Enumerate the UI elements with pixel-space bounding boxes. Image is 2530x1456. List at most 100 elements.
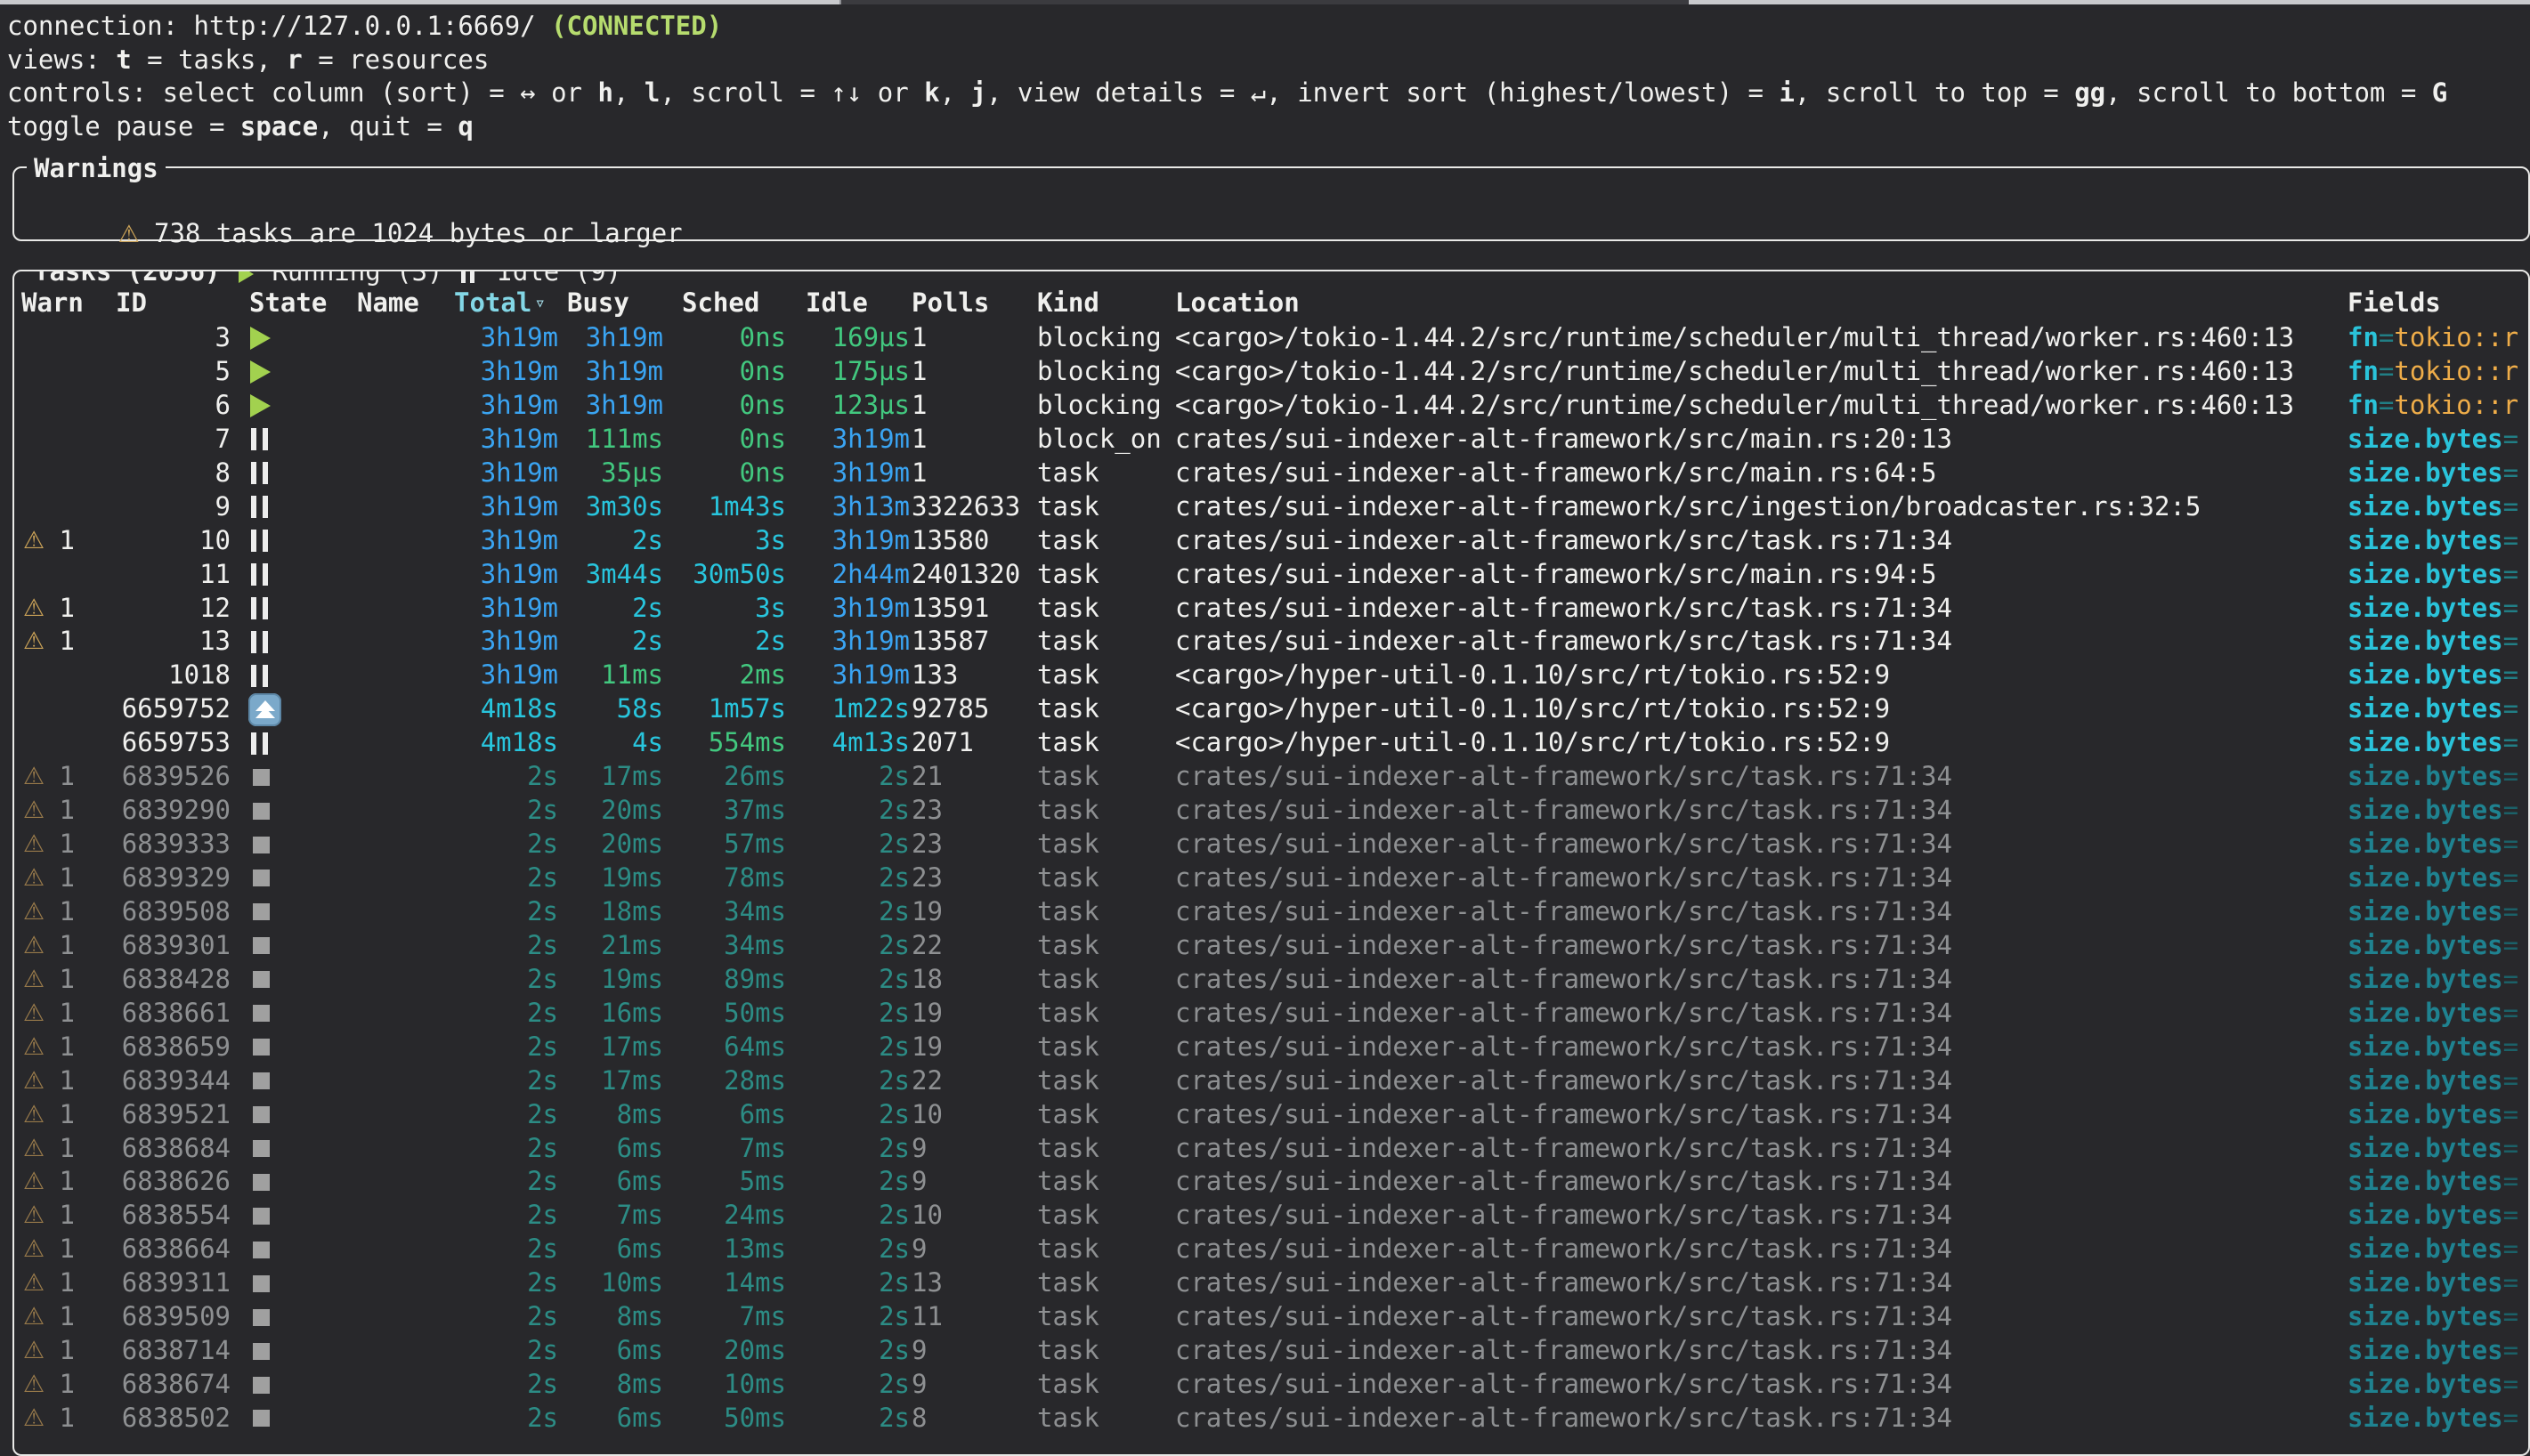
column-header-polls[interactable]: Polls bbox=[912, 286, 989, 320]
task-row[interactable]: 73h19m111ms0ns3h19m1block_oncrates/sui-i… bbox=[14, 423, 2528, 457]
polls-count: 13 bbox=[912, 1266, 1036, 1300]
task-location: <cargo>/tokio-1.44.2/src/runtime/schedul… bbox=[1175, 321, 2347, 355]
polls-count: 23 bbox=[912, 861, 1036, 895]
sched-duration: 34ms bbox=[674, 929, 786, 963]
task-row[interactable]: ⚠168386842s6ms7ms2s9taskcrates/sui-index… bbox=[14, 1132, 2528, 1166]
task-kind: task bbox=[1037, 997, 1180, 1031]
total-duration: 2s bbox=[424, 963, 558, 997]
task-row[interactable]: 53h19m3h19m0ns175µs1blocking<cargo>/toki… bbox=[14, 355, 2528, 389]
task-row[interactable]: 113h19m3m44s30m50s2h44m2401320taskcrates… bbox=[14, 558, 2528, 592]
task-row[interactable]: ⚠168392902s20ms37ms2s23taskcrates/sui-in… bbox=[14, 794, 2528, 828]
polls-count: 9 bbox=[912, 1334, 1036, 1368]
task-location: crates/sui-indexer-alt-framework/src/tas… bbox=[1175, 1031, 2347, 1064]
column-header-state[interactable]: State bbox=[249, 286, 327, 320]
total-duration: 2s bbox=[424, 1334, 558, 1368]
fields-cell: size.bytes= bbox=[2348, 794, 2530, 828]
polls-count: 1 bbox=[912, 355, 1036, 389]
task-row[interactable]: 93h19m3m30s1m43s3h13m3322633taskcrates/s… bbox=[14, 490, 2528, 524]
task-location: <cargo>/hyper-util-0.1.10/src/rt/tokio.r… bbox=[1175, 726, 2347, 760]
task-row[interactable]: 66597534m18s4s554ms4m13s2071task<cargo>/… bbox=[14, 726, 2528, 760]
column-header-idle[interactable]: Idle bbox=[806, 286, 868, 320]
task-row[interactable]: ⚠168395262s17ms26ms2s21taskcrates/sui-in… bbox=[14, 760, 2528, 794]
idle-duration: 2s bbox=[795, 1368, 910, 1402]
warn-count bbox=[50, 321, 75, 355]
polls-count: 19 bbox=[912, 997, 1036, 1031]
task-id: 6839290 bbox=[103, 794, 231, 828]
controls-line: controls: select column (sort) = ↔ or h,… bbox=[0, 77, 2530, 110]
warn-count: 1 bbox=[50, 929, 75, 963]
column-header-sched[interactable]: Sched bbox=[682, 286, 759, 320]
tasks-title: Tasks (2056) Running (3) Idle (9) bbox=[27, 270, 628, 287]
busy-duration: 11ms bbox=[567, 659, 663, 692]
task-kind: blocking bbox=[1037, 355, 1180, 389]
column-header-kind[interactable]: Kind bbox=[1037, 286, 1099, 320]
pause-line: toggle pause = space, quit = q bbox=[0, 110, 2530, 144]
task-row[interactable]: ⚠1133h19m2s2s3h19m13587taskcrates/sui-in… bbox=[14, 625, 2528, 659]
task-row[interactable]: ⚠168395082s18ms34ms2s19taskcrates/sui-in… bbox=[14, 895, 2528, 929]
column-header-fields[interactable]: Fields bbox=[2348, 286, 2441, 320]
task-row[interactable]: ⚠168385542s7ms24ms2s10taskcrates/sui-ind… bbox=[14, 1199, 2528, 1233]
task-row[interactable]: ⚠168393112s10ms14ms2s13taskcrates/sui-in… bbox=[14, 1266, 2528, 1300]
task-kind: task bbox=[1037, 861, 1180, 895]
task-row[interactable]: 63h19m3h19m0ns123µs1blocking<cargo>/toki… bbox=[14, 389, 2528, 423]
task-row[interactable]: ⚠168386262s6ms5ms2s9taskcrates/sui-index… bbox=[14, 1165, 2528, 1199]
task-row[interactable]: ⚠168393292s19ms78ms2s23taskcrates/sui-in… bbox=[14, 861, 2528, 895]
warning-icon: ⚠ bbox=[23, 861, 50, 895]
task-row[interactable]: ⚠168395092s8ms7ms2s11taskcrates/sui-inde… bbox=[14, 1300, 2528, 1334]
total-duration: 2s bbox=[424, 794, 558, 828]
idle-duration: 2s bbox=[795, 1098, 910, 1132]
warning-icon: ⚠ bbox=[23, 1031, 50, 1064]
task-id: 6838674 bbox=[103, 1368, 231, 1402]
column-header-id[interactable]: ID bbox=[116, 286, 147, 320]
sched-duration: 7ms bbox=[674, 1132, 786, 1166]
total-duration: 3h19m bbox=[424, 558, 558, 592]
idle-duration: 3h19m bbox=[795, 659, 910, 692]
task-location: crates/sui-indexer-alt-framework/src/mai… bbox=[1175, 457, 2347, 490]
sched-duration: 34ms bbox=[674, 895, 786, 929]
task-kind: task bbox=[1037, 760, 1180, 794]
polls-count: 2071 bbox=[912, 726, 1036, 760]
busy-duration: 6ms bbox=[567, 1233, 663, 1266]
task-row[interactable]: 83h19m35µs0ns3h19m1taskcrates/sui-indexe… bbox=[14, 457, 2528, 490]
task-id: 6838428 bbox=[103, 963, 231, 997]
column-header-busy[interactable]: Busy bbox=[567, 286, 629, 320]
task-row[interactable]: ⚠168393332s20ms57ms2s23taskcrates/sui-in… bbox=[14, 828, 2528, 861]
warn-count: 1 bbox=[50, 524, 75, 558]
idle-duration: 2s bbox=[795, 1233, 910, 1266]
task-row[interactable]: ⚠168386642s6ms13ms2s9taskcrates/sui-inde… bbox=[14, 1233, 2528, 1266]
warning-icon: ⚠ bbox=[23, 1199, 50, 1233]
task-row[interactable]: 10183h19m11ms2ms3h19m133task<cargo>/hype… bbox=[14, 659, 2528, 692]
task-row[interactable]: ⚠168386612s16ms50ms2s19taskcrates/sui-in… bbox=[14, 997, 2528, 1031]
task-row[interactable]: ⚠1123h19m2s3s3h19m13591taskcrates/sui-in… bbox=[14, 592, 2528, 626]
total-duration: 3h19m bbox=[424, 389, 558, 423]
task-row[interactable]: ⚠168387142s6ms20ms2s9taskcrates/sui-inde… bbox=[14, 1334, 2528, 1368]
column-header-total[interactable]: Total▿ bbox=[454, 286, 546, 320]
task-row[interactable]: ⚠1103h19m2s3s3h19m13580taskcrates/sui-in… bbox=[14, 524, 2528, 558]
column-header-location[interactable]: Location bbox=[1175, 286, 1300, 320]
state-completed-icon bbox=[248, 1199, 289, 1233]
busy-duration: 3h19m bbox=[567, 355, 663, 389]
task-row[interactable]: 66597524m18s58s1m57s1m22s92785task<cargo… bbox=[14, 692, 2528, 726]
polls-count: 19 bbox=[912, 895, 1036, 929]
column-header-warn[interactable]: Warn bbox=[21, 286, 84, 320]
task-row[interactable]: ⚠168395212s8ms6ms2s10taskcrates/sui-inde… bbox=[14, 1098, 2528, 1132]
fields-cell: size.bytes= bbox=[2348, 490, 2530, 524]
warning-icon: ⚠ bbox=[23, 1098, 50, 1132]
warning-icon bbox=[23, 355, 50, 389]
task-row[interactable]: 33h19m3h19m0ns169µs1blocking<cargo>/toki… bbox=[14, 321, 2528, 355]
task-row[interactable]: ⚠168393442s17ms28ms2s22taskcrates/sui-in… bbox=[14, 1064, 2528, 1098]
task-row[interactable]: ⚠168385022s6ms50ms2s8taskcrates/sui-inde… bbox=[14, 1402, 2528, 1436]
state-completed-icon bbox=[248, 929, 289, 963]
task-location: crates/sui-indexer-alt-framework/src/tas… bbox=[1175, 1098, 2347, 1132]
column-header-name[interactable]: Name bbox=[357, 286, 419, 320]
task-row[interactable]: ⚠168386742s8ms10ms2s9taskcrates/sui-inde… bbox=[14, 1368, 2528, 1402]
state-completed-icon bbox=[248, 1132, 289, 1166]
warn-count: 1 bbox=[50, 760, 75, 794]
warning-icon bbox=[23, 389, 50, 423]
task-row[interactable]: ⚠168384282s19ms89ms2s18taskcrates/sui-in… bbox=[14, 963, 2528, 997]
warn-count: 1 bbox=[50, 1334, 75, 1368]
sched-duration: 1m57s bbox=[674, 692, 786, 726]
task-row[interactable]: ⚠168386592s17ms64ms2s19taskcrates/sui-in… bbox=[14, 1031, 2528, 1064]
idle-duration: 3h19m bbox=[795, 457, 910, 490]
task-row[interactable]: ⚠168393012s21ms34ms2s22taskcrates/sui-in… bbox=[14, 929, 2528, 963]
